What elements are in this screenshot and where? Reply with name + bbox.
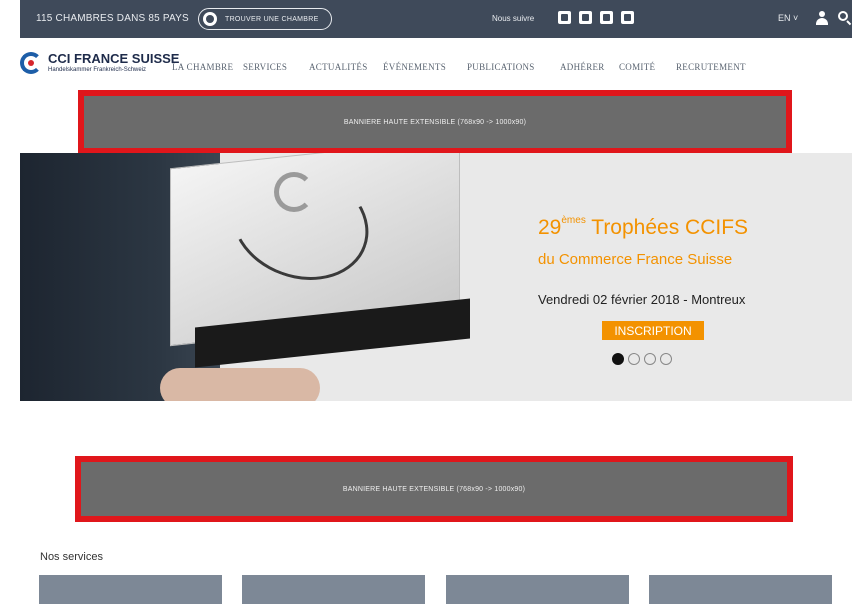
globe-icon bbox=[203, 12, 217, 26]
hero-image-hand bbox=[160, 368, 320, 401]
slider-dot-1[interactable] bbox=[612, 353, 624, 365]
slider-dot-4[interactable] bbox=[660, 353, 672, 365]
service-card[interactable] bbox=[446, 575, 629, 604]
chambers-count: 115 CHAMBRES DANS 85 PAYS bbox=[36, 13, 189, 24]
trophy-logo-icon bbox=[274, 172, 314, 212]
services-heading: Nos services bbox=[40, 551, 103, 563]
cci-logo-icon bbox=[20, 52, 42, 74]
nav-item-actualites[interactable]: ACTUALITÉS bbox=[309, 62, 368, 72]
nav-item-services[interactable]: SERVICES bbox=[243, 62, 287, 72]
find-chamber-button[interactable]: TROUVER UNE CHAMBRE bbox=[198, 8, 332, 30]
facebook-icon[interactable] bbox=[558, 11, 571, 24]
hero-date: Vendredi 02 février 2018 - Montreux bbox=[538, 292, 746, 307]
language-selector[interactable]: EN ˅ bbox=[778, 13, 798, 23]
user-icon[interactable] bbox=[816, 11, 828, 25]
hero-slider: 29èmes Trophées CCIFS du Commerce France… bbox=[20, 153, 852, 401]
hero-title: 29èmes Trophées CCIFS bbox=[538, 215, 749, 240]
search-icon[interactable] bbox=[838, 11, 852, 26]
top-banner-label: BANNIERE HAUTE EXTENSIBLE (768x90 -> 100… bbox=[343, 118, 527, 126]
logo-subtitle: Handelskammer Frankreich-Schweiz bbox=[48, 67, 147, 73]
nav-item-recrutement[interactable]: RECRUTEMENT bbox=[676, 62, 746, 72]
service-card[interactable] bbox=[242, 575, 425, 604]
slider-dot-2[interactable] bbox=[628, 353, 640, 365]
nav-item-evenements[interactable]: ÉVÉNEMENTS bbox=[383, 62, 446, 72]
find-chamber-label: TROUVER UNE CHAMBRE bbox=[225, 15, 319, 23]
slider-dots bbox=[612, 353, 672, 365]
middle-banner-label: BANNIERE HAUTE EXTENSIBLE (768x90 -> 100… bbox=[342, 485, 526, 493]
inscription-button[interactable]: INSCRIPTION bbox=[602, 321, 704, 340]
service-card[interactable] bbox=[649, 575, 832, 604]
hero-title-rest: Trophées CCIFS bbox=[585, 216, 749, 239]
hero-title-number: 29 bbox=[538, 216, 562, 239]
youtube-icon[interactable] bbox=[621, 11, 634, 24]
hero-title-sup: èmes bbox=[561, 215, 586, 226]
slider-dot-3[interactable] bbox=[644, 353, 656, 365]
site-logo[interactable]: CCI FRANCE SUISSE Handelskammer Frankrei… bbox=[20, 52, 179, 74]
nav-item-comite[interactable]: COMITÉ bbox=[619, 62, 655, 72]
twitter-icon[interactable] bbox=[579, 11, 592, 24]
top-banner-ad[interactable]: BANNIERE HAUTE EXTENSIBLE (768x90 -> 100… bbox=[78, 90, 792, 154]
top-bar: 115 CHAMBRES DANS 85 PAYS TROUVER UNE CH… bbox=[20, 0, 852, 38]
follow-us-label: Nous suivre bbox=[492, 14, 535, 23]
nav-item-publications[interactable]: PUBLICATIONS bbox=[467, 62, 535, 72]
logo-name: CCI FRANCE SUISSE bbox=[48, 51, 180, 66]
linkedin-icon[interactable] bbox=[600, 11, 613, 24]
nav-item-adherer[interactable]: ADHÉRER bbox=[560, 62, 605, 72]
middle-banner-ad[interactable]: BANNIERE HAUTE EXTENSIBLE (768x90 -> 100… bbox=[75, 456, 793, 522]
service-card[interactable] bbox=[39, 575, 222, 604]
nav-item-la-chambre[interactable]: LA CHAMBRE bbox=[172, 62, 233, 72]
hero-subtitle: du Commerce France Suisse bbox=[538, 251, 733, 268]
